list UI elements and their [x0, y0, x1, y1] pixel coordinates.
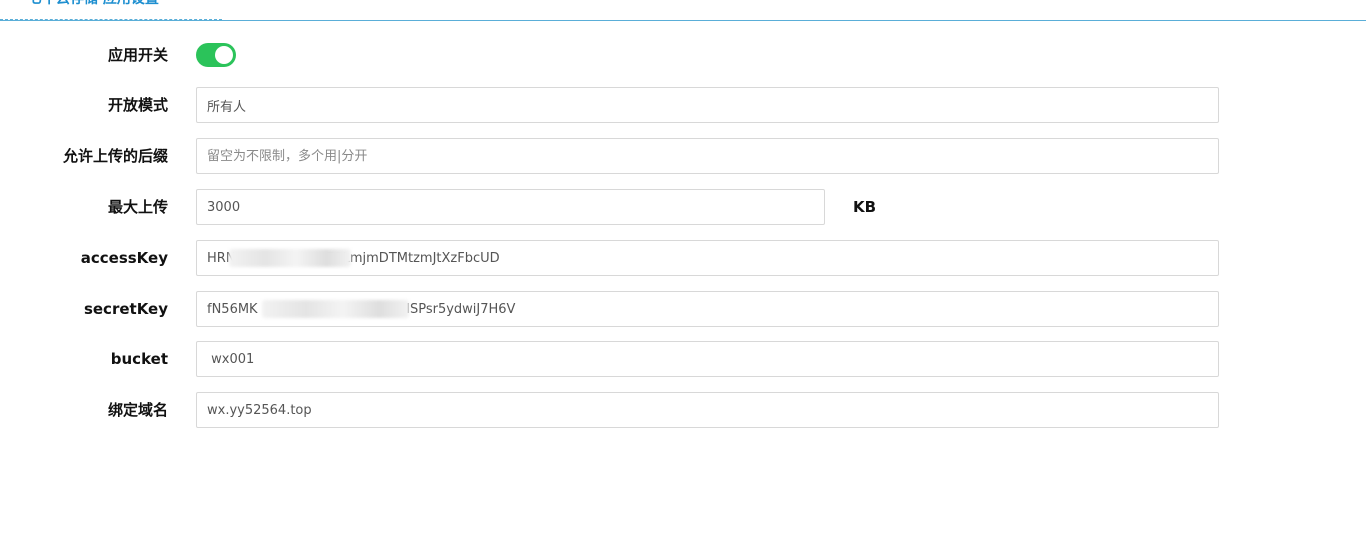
section-header: 七牛云存储 应用设置 [0, 0, 1366, 22]
max-upload-label: 最大上传 [107, 198, 168, 216]
bucket-input[interactable] [196, 341, 1219, 377]
max-upload-unit: KB [853, 198, 877, 216]
bucket-label: bucket [110, 350, 168, 368]
open-mode-label: 开放模式 [107, 96, 168, 114]
secret-key-redaction [262, 300, 409, 318]
app-switch-toggle[interactable] [196, 43, 236, 67]
section-title: 七牛云存储 应用设置 [28, 0, 159, 9]
domain-input[interactable] [196, 392, 1219, 428]
access-key-label: accessKey [80, 249, 168, 267]
settings-page: 七牛云存储 应用设置 应用开关 开放模式 允许上传的后缀 最大上传 KB acc… [0, 0, 1366, 534]
row-access-key: accessKey [0, 240, 1366, 276]
row-max-upload: 最大上传 KB [0, 189, 1366, 225]
header-divider [0, 20, 1366, 21]
allowed-suffix-input[interactable] [196, 138, 1219, 174]
toggle-knob [215, 46, 233, 64]
max-upload-input[interactable] [196, 189, 825, 225]
open-mode-input[interactable] [196, 87, 1219, 123]
row-open-mode: 开放模式 [0, 87, 1366, 123]
app-switch-label: 应用开关 [107, 46, 168, 64]
row-secret-key: secretKey [0, 291, 1366, 327]
allowed-suffix-label: 允许上传的后缀 [62, 147, 168, 165]
row-bucket: bucket [0, 341, 1366, 377]
row-app-switch: 应用开关 [0, 37, 1366, 73]
domain-label: 绑定域名 [107, 401, 168, 419]
row-allowed-suffix: 允许上传的后缀 [0, 138, 1366, 174]
secret-key-label: secretKey [83, 300, 168, 318]
row-domain: 绑定域名 [0, 392, 1366, 428]
access-key-redaction [229, 249, 351, 267]
